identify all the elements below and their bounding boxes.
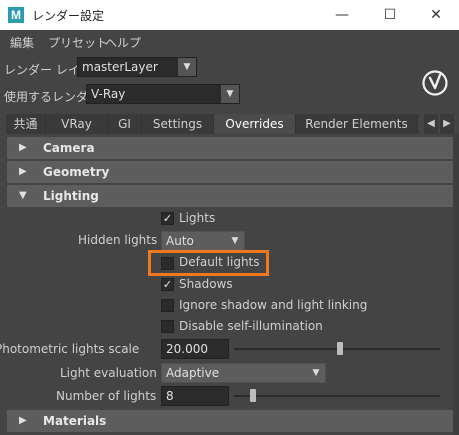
chevron-down-icon: ▼ [178,58,196,76]
ignore-shadow-checkbox[interactable] [161,299,174,312]
renderer-dropdown[interactable]: V-Ray ▼ [86,84,240,104]
chevron-down-icon: ▼ [226,232,244,250]
collapsed-icon: ▶ [19,166,27,177]
window-titlebar: M レンダー設定 — ☐ ✕ [0,0,459,30]
menu-presets[interactable]: プリセット [48,34,108,51]
default-lights-checkbox[interactable] [161,257,174,270]
minimize-button[interactable]: — [319,0,365,30]
section-camera[interactable]: ▶ Camera [7,137,453,159]
tab-scroll-right-icon[interactable]: ▶ [440,114,454,134]
vertical-scrollbar[interactable] [453,134,459,435]
chevron-down-icon: ▼ [307,364,325,382]
hidden-lights-value: Auto [166,234,194,248]
section-lighting[interactable]: ▼ Lighting [7,185,453,207]
light-evaluation-value: Adaptive [166,366,220,380]
photometric-scale-label: Photometric lights scale [0,342,140,356]
photometric-scale-slider-handle[interactable] [337,342,343,355]
section-materials[interactable]: ▶ Materials [7,410,453,432]
tab-render-elements[interactable]: Render Elements [296,114,418,134]
renderer-value: V-Ray [91,87,126,101]
number-of-lights-slider-handle[interactable] [250,389,257,402]
number-of-lights-label: Number of lights [56,389,157,403]
maya-logo-icon: M [8,7,24,23]
default-lights-label: Default lights [179,255,260,269]
number-of-lights-field[interactable]: 8 [161,386,229,406]
tab-bar: 共通 VRay GI Settings Overrides Render Ele… [0,114,459,134]
check-icon: ✓ [162,278,173,291]
hidden-lights-dropdown[interactable]: Auto ▼ [161,231,245,251]
menu-edit[interactable]: 編集 [10,34,34,51]
lights-label: Lights [179,211,216,225]
photometric-scale-field[interactable]: 20.000 [161,339,229,359]
vray-logo-icon [422,70,448,96]
tab-common[interactable]: 共通 [6,114,46,134]
hidden-lights-label: Hidden lights [78,233,158,247]
light-evaluation-label: Light evaluation [60,366,157,380]
window-title: レンダー設定 [32,9,105,23]
ignore-shadow-label: Ignore shadow and light linking [179,298,368,312]
collapsed-icon: ▶ [19,142,27,153]
disable-self-illum-checkbox[interactable] [161,320,174,333]
light-evaluation-dropdown[interactable]: Adaptive ▼ [161,363,326,383]
number-of-lights-slider-track[interactable] [234,395,440,397]
lights-checkbox[interactable]: ✓ [161,212,174,225]
close-button[interactable]: ✕ [413,0,459,30]
collapsed-icon: ▶ [19,415,27,426]
tab-scroll-left-icon[interactable]: ◀ [424,114,438,134]
tab-settings[interactable]: Settings [142,114,214,134]
tab-overrides[interactable]: Overrides [214,114,296,134]
shadows-checkbox[interactable]: ✓ [161,278,174,291]
tab-vray[interactable]: VRay [46,114,108,134]
section-lighting-label: Lighting [43,189,99,203]
menu-help[interactable]: ヘルプ [105,34,141,51]
chevron-down-icon: ▼ [221,85,239,103]
section-materials-label: Materials [43,414,107,428]
maximize-button[interactable]: ☐ [367,0,413,30]
section-geometry[interactable]: ▶ Geometry [7,161,453,183]
shadows-label: Shadows [179,277,233,291]
disable-self-illum-label: Disable self-illumination [179,319,323,333]
expanded-icon: ▼ [19,190,27,201]
check-icon: ✓ [162,212,173,225]
tab-gi[interactable]: GI [108,114,142,134]
menu-bar: 編集 プリセット ヘルプ [0,30,459,54]
render-layer-dropdown[interactable]: masterLayer ▼ [77,57,197,77]
section-geometry-label: Geometry [43,165,110,179]
render-layer-value: masterLayer [82,60,158,74]
section-camera-label: Camera [43,141,95,155]
